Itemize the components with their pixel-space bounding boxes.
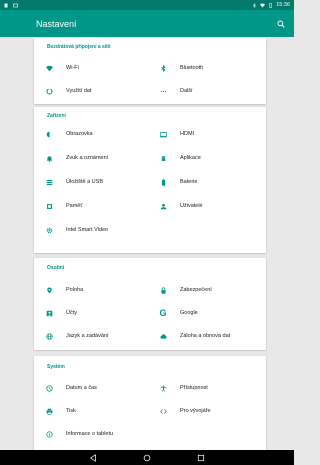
- cloud-icon: [158, 331, 168, 341]
- data-usage-icon: [44, 86, 54, 96]
- memory-icon: [44, 201, 54, 211]
- setting-label: Pro vývojáře: [180, 408, 211, 414]
- setting-label: Bluetooth: [180, 65, 204, 71]
- setting-label: Tisk: [66, 408, 76, 414]
- google-icon: G: [159, 308, 167, 318]
- setting-label: Google: [180, 310, 198, 316]
- setting-label: Zabezpečení: [180, 287, 212, 293]
- setting-label: Obrazovka: [66, 131, 93, 137]
- brightness-icon: [44, 129, 54, 139]
- setting-label: Informace o tabletu: [66, 431, 114, 437]
- setting-label: Wi-Fi: [66, 65, 79, 71]
- section-device: Zařízení Obrazovka HDMI Zvuk a oznámení …: [34, 107, 266, 253]
- setting-security[interactable]: Zabezpečení: [158, 284, 212, 296]
- navigation-bar: [0, 450, 294, 465]
- back-icon[interactable]: [88, 453, 98, 463]
- globe-icon: [44, 331, 54, 341]
- section-personal: Osobní Poloha Zabezpečení Účty G Google …: [34, 258, 266, 350]
- android-icon: [158, 153, 168, 163]
- setting-sound[interactable]: Zvuk a oznámení: [44, 152, 108, 164]
- setting-label: Poloha: [66, 287, 84, 293]
- bell-icon: [44, 153, 54, 163]
- more-icon: [158, 86, 168, 96]
- setting-hdmi[interactable]: HDMI: [158, 128, 194, 140]
- setting-label: Jazyk a zadávání: [66, 333, 109, 339]
- setting-label: Uživatelé: [180, 203, 203, 209]
- setting-label: HDMI: [180, 131, 195, 137]
- storage-icon: [44, 177, 54, 187]
- setting-language[interactable]: Jazyk a zadávání: [44, 330, 109, 342]
- setting-label: Zvuk a oznámení: [66, 155, 109, 161]
- recents-icon[interactable]: [196, 453, 206, 463]
- wifi-status-icon: [260, 3, 266, 8]
- setting-location[interactable]: Poloha: [44, 284, 83, 296]
- section-header: Bezdrátová připojení a sítě: [47, 44, 111, 50]
- section-header: Systém: [47, 364, 65, 370]
- lock-icon: [158, 285, 168, 295]
- bluetooth-icon: [158, 63, 168, 73]
- section-system: Systém Datum a čas Přístupnost Tisk Pro …: [34, 356, 266, 450]
- section-wireless: Bezdrátová připojení a sítě Wi-Fi Blueto…: [34, 38, 266, 104]
- setting-more[interactable]: Další: [158, 85, 193, 97]
- setting-label: Aplikace: [180, 155, 201, 161]
- home-icon[interactable]: [142, 453, 152, 463]
- hdmi-icon: [158, 129, 168, 139]
- setting-label: Paměť: [66, 203, 83, 209]
- status-time: 15:36: [276, 2, 290, 8]
- status-bar: 15:36: [0, 0, 294, 10]
- clock-icon: [44, 383, 54, 393]
- gear-icon: [44, 225, 54, 235]
- setting-date-time[interactable]: Datum a čas: [44, 382, 97, 394]
- setting-label: Baterie: [180, 179, 198, 185]
- setting-label: Úložiště a USB: [66, 179, 103, 185]
- section-header: Osobní: [47, 265, 65, 271]
- setting-users[interactable]: Uživatelé: [158, 200, 203, 212]
- setting-accounts[interactable]: Účty: [44, 307, 77, 319]
- setting-label: Záloha a obnova dat: [180, 333, 231, 339]
- setting-intel-smart-video[interactable]: Intel Smart Video: [44, 224, 108, 236]
- location-icon: [44, 285, 54, 295]
- setting-about-tablet[interactable]: Informace o tabletu: [44, 428, 113, 440]
- accessibility-icon: [158, 383, 168, 393]
- settings-list: Bezdrátová připojení a sítě Wi-Fi Blueto…: [0, 37, 294, 450]
- setting-label: Přístupnost: [180, 385, 208, 391]
- setting-display[interactable]: Obrazovka: [44, 128, 93, 140]
- setting-memory[interactable]: Paměť: [44, 200, 82, 212]
- setting-bluetooth[interactable]: Bluetooth: [158, 62, 203, 74]
- setting-label: Datum a čas: [66, 385, 97, 391]
- setting-accessibility[interactable]: Přístupnost: [158, 382, 208, 394]
- setting-label: Další: [180, 88, 193, 94]
- setting-apps[interactable]: Aplikace: [158, 152, 201, 164]
- screenshot-icon: [13, 3, 18, 8]
- info-icon: [44, 429, 54, 439]
- setting-label: Intel Smart Video: [66, 227, 109, 233]
- setting-data-usage[interactable]: Využití dat: [44, 85, 91, 97]
- account-icon: [44, 308, 54, 318]
- setting-storage[interactable]: Úložiště a USB: [44, 176, 103, 188]
- setting-wifi[interactable]: Wi-Fi: [44, 62, 79, 74]
- search-icon[interactable]: [277, 20, 285, 28]
- bluetooth-status-icon: [252, 2, 257, 8]
- notification-icon: [4, 3, 9, 8]
- person-icon: [158, 201, 168, 211]
- setting-label: Účty: [66, 310, 77, 316]
- app-bar: Nastavení: [0, 10, 294, 37]
- setting-label: Využití dat: [66, 88, 92, 94]
- setting-battery[interactable]: Baterie: [158, 176, 197, 188]
- battery-icon: [158, 177, 168, 187]
- page-title: Nastavení: [36, 18, 77, 29]
- setting-print[interactable]: Tisk: [44, 405, 76, 417]
- setting-developer[interactable]: Pro vývojáře: [158, 405, 211, 417]
- section-header: Zařízení: [47, 113, 66, 119]
- setting-backup[interactable]: Záloha a obnova dat: [158, 330, 230, 342]
- wifi-icon: [44, 63, 54, 73]
- code-icon: [158, 406, 168, 416]
- setting-google[interactable]: G Google: [158, 307, 198, 319]
- printer-icon: [44, 406, 54, 416]
- battery-status-icon: [268, 2, 273, 8]
